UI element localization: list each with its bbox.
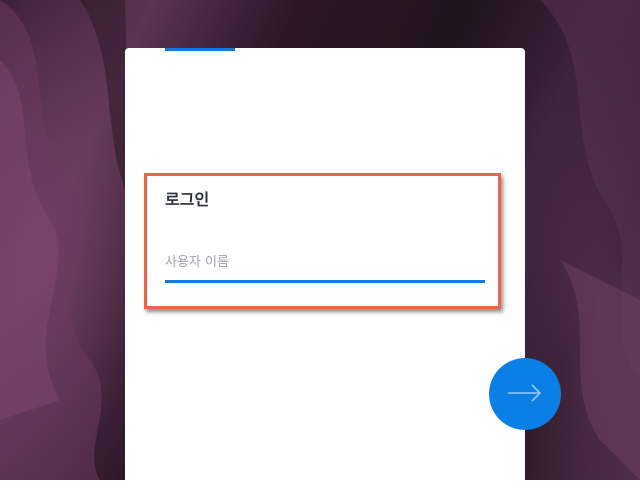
next-button[interactable] — [489, 358, 561, 430]
username-input[interactable] — [165, 244, 485, 283]
arrow-right-icon — [505, 381, 545, 408]
login-heading: 로그인 — [165, 190, 210, 209]
progress-indicator — [165, 48, 235, 51]
